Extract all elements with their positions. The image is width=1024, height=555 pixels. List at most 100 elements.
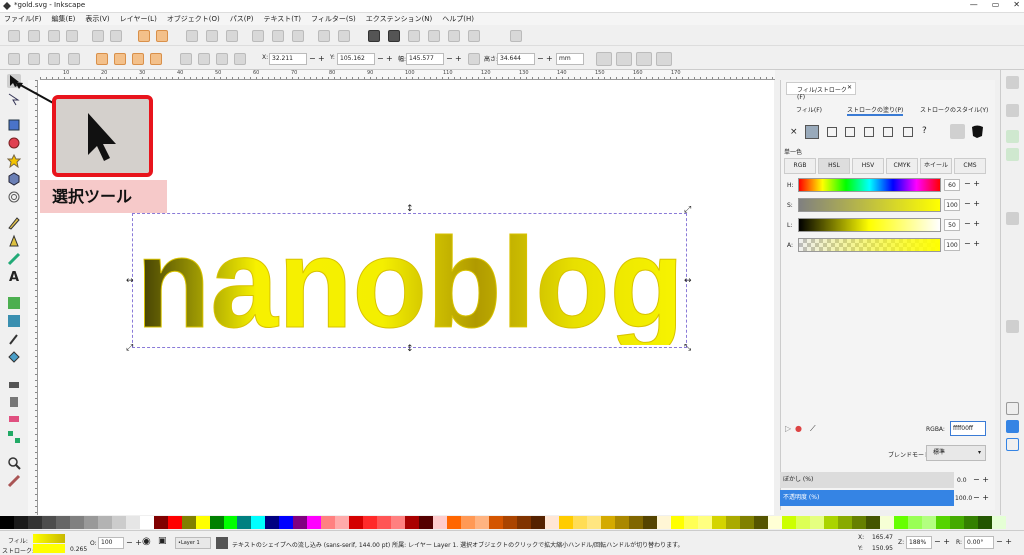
scale-corners-icon[interactable] — [616, 52, 632, 66]
status-opacity-input[interactable]: 100 — [98, 537, 124, 549]
palette-swatch[interactable] — [321, 516, 336, 529]
circle-tool-icon[interactable] — [7, 136, 21, 150]
palette-swatch[interactable] — [935, 516, 950, 529]
palette-swatch[interactable] — [530, 516, 545, 529]
palette-swatch[interactable] — [894, 516, 908, 529]
snap-bbox-centers-icon[interactable] — [1006, 184, 1019, 197]
unset-paint-button[interactable]: ? — [922, 126, 927, 136]
paint-bucket-tool-icon[interactable] — [7, 350, 21, 364]
palette-swatch[interactable] — [921, 516, 936, 529]
resize-handle-bottom-right[interactable]: ⤡ — [684, 343, 691, 353]
palette-swatch[interactable] — [111, 516, 126, 529]
fill-rule-nonzero-icon[interactable] — [970, 124, 985, 139]
palette-swatch[interactable] — [824, 516, 839, 529]
align-distribute-icon[interactable] — [428, 30, 440, 42]
palette-swatch[interactable] — [0, 516, 14, 529]
width-plus-button[interactable]: + — [455, 53, 462, 65]
rectangle-tool-icon[interactable] — [7, 118, 21, 132]
palette-swatch[interactable] — [726, 516, 741, 529]
deselect-icon[interactable] — [48, 53, 60, 65]
opacity-slider[interactable]: 不透明度 (%) — [780, 490, 954, 506]
resize-handle-bottom[interactable]: ↕ — [406, 344, 414, 354]
palette-swatch[interactable] — [167, 516, 182, 529]
layer-select[interactable]: •Layer 1 — [175, 537, 211, 549]
snap-cusp-nodes-icon[interactable] — [1006, 266, 1019, 279]
rotate-stepper[interactable]: − + — [996, 537, 1012, 546]
palette-swatch[interactable] — [558, 516, 573, 529]
menu-path[interactable]: パス(P) — [230, 13, 254, 25]
calligraphy-tool-icon[interactable] — [7, 252, 21, 266]
layers-icon[interactable] — [408, 30, 420, 42]
saturation-stepper[interactable]: − + — [964, 199, 980, 208]
fill-rule-evenodd-icon[interactable] — [950, 124, 965, 139]
y-plus-button[interactable]: + — [386, 53, 393, 65]
rotate-90-ccw-icon[interactable] — [96, 53, 108, 65]
palette-swatch[interactable] — [963, 516, 978, 529]
menu-edit[interactable]: 編集(E) — [52, 13, 76, 25]
palette-swatch[interactable] — [907, 516, 922, 529]
snap-bbox-corners-icon[interactable] — [1006, 148, 1019, 161]
resize-handle-bottom-left[interactable]: ⤢ — [126, 343, 133, 353]
palette-swatch[interactable] — [251, 516, 266, 529]
palette-swatch[interactable] — [712, 516, 727, 529]
duplicate-icon[interactable] — [318, 30, 330, 42]
snap-nodes-icon[interactable] — [1006, 212, 1019, 225]
rotate-90-cw-icon[interactable] — [114, 53, 126, 65]
gradient-tool-icon[interactable] — [7, 296, 21, 310]
snap-text-baseline-icon[interactable] — [1006, 374, 1019, 387]
mode-cms-button[interactable]: CMS — [954, 158, 986, 174]
resize-handle-left[interactable]: ↔ — [126, 276, 134, 286]
mesh-tool-icon[interactable] — [7, 314, 21, 328]
lightness-value[interactable]: 50 — [944, 219, 960, 231]
import-icon[interactable] — [92, 30, 104, 42]
close-window-button[interactable]: ✕ — [1013, 0, 1020, 9]
snap-intersections-icon[interactable] — [1006, 248, 1019, 261]
fill-swatch[interactable] — [33, 534, 65, 543]
measure-tool-icon[interactable] — [7, 474, 21, 488]
radial-gradient-button[interactable] — [845, 127, 855, 137]
lock-layer-icon[interactable]: ▣ — [158, 536, 167, 546]
stroke-swatch[interactable] — [33, 544, 65, 553]
group-icon[interactable] — [510, 30, 522, 42]
palette-swatch[interactable] — [600, 516, 615, 529]
tab-fill[interactable]: フィル(F) — [796, 105, 822, 114]
palette-swatch[interactable] — [265, 516, 280, 529]
saturation-value[interactable]: 100 — [944, 199, 960, 211]
spray-tool-icon[interactable] — [7, 394, 21, 408]
snap-bbox-icon[interactable] — [1006, 104, 1019, 117]
flip-vertical-icon[interactable] — [150, 53, 162, 65]
scale-stroke-icon[interactable] — [596, 52, 612, 66]
lock-ratio-icon[interactable] — [468, 53, 480, 65]
palette-swatch[interactable] — [237, 516, 252, 529]
flat-color-button[interactable] — [805, 125, 819, 139]
snap-bbox-midpoints-icon[interactable] — [1006, 166, 1019, 179]
eraser-tool-icon[interactable] — [7, 412, 21, 426]
palette-swatch[interactable] — [391, 516, 406, 529]
zoom-stepper[interactable]: − + — [934, 537, 950, 546]
palette-swatch[interactable] — [670, 516, 685, 529]
palette-swatch[interactable] — [13, 516, 28, 529]
connector-tool-icon[interactable] — [7, 430, 21, 444]
snap-midpoints-icon[interactable] — [1006, 320, 1019, 333]
snap-grids-icon[interactable] — [1006, 420, 1019, 433]
unit-select[interactable]: mm — [556, 53, 584, 65]
color-managed-icon[interactable]: ▷ — [785, 424, 791, 433]
blend-mode-select[interactable]: 標準 ▾ — [926, 445, 986, 461]
color-picker-icon[interactable]: ⟋ — [810, 424, 816, 434]
palette-swatch[interactable] — [195, 516, 210, 529]
palette-swatch[interactable] — [684, 516, 699, 529]
palette-swatch[interactable] — [279, 516, 294, 529]
palette-swatch[interactable] — [307, 516, 322, 529]
palette-swatch[interactable] — [628, 516, 643, 529]
palette-swatch[interactable] — [209, 516, 224, 529]
zoom-selection-icon[interactable] — [252, 30, 264, 42]
opacity-stepper[interactable]: − + — [973, 493, 989, 502]
menu-object[interactable]: オブジェクト(O) — [167, 13, 220, 25]
palette-swatch[interactable] — [55, 516, 70, 529]
panel-tab[interactable]: フィル/ストローク(F) ✕ — [786, 82, 856, 101]
palette-swatch[interactable] — [502, 516, 517, 529]
raise-to-top-icon[interactable] — [180, 53, 192, 65]
palette-swatch[interactable] — [460, 516, 475, 529]
xml-editor-icon[interactable] — [368, 30, 380, 42]
select-all-layers-icon[interactable] — [28, 53, 40, 65]
